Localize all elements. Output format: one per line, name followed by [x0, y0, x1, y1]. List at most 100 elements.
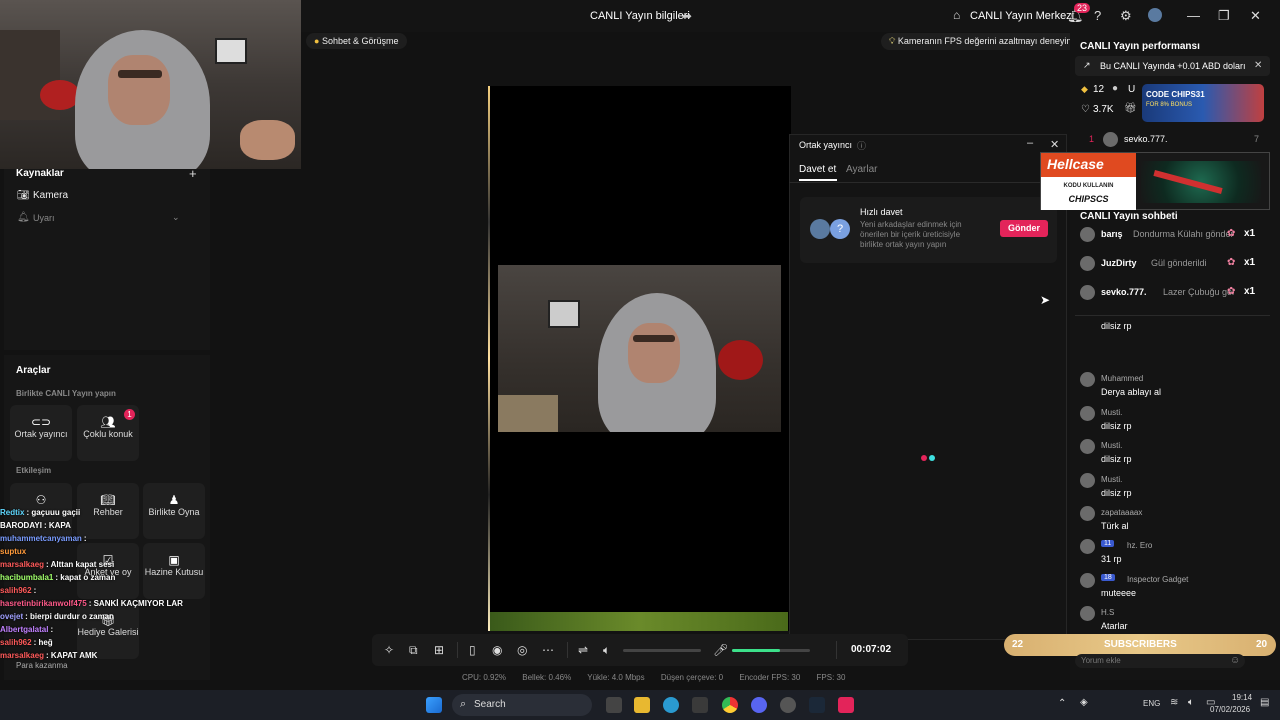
magic-icon[interactable]: ✧ — [384, 643, 394, 657]
overlay-chat-user: marsalkaeg — [0, 560, 45, 569]
chrome-icon[interactable] — [722, 697, 738, 713]
overlay-chat-text: : kapat o zaman — [55, 573, 116, 582]
wifi-icon[interactable]: ≋ — [1170, 697, 1178, 708]
task-view-icon[interactable] — [606, 697, 622, 713]
overlay-chat-user: salih962 — [0, 586, 32, 595]
live-info-title[interactable]: CANLI Yayın bilgileri — [590, 10, 690, 22]
discord-icon[interactable] — [751, 697, 767, 713]
fps-tip-pill: 💡︎ Kameranın FPS değerini azaltmayı dene… — [881, 33, 1080, 50]
subs-right: 20 — [1256, 639, 1268, 650]
avatar — [1080, 405, 1095, 421]
cohost-tool-button[interactable]: ⊂⊃ Ortak yayıncı — [10, 405, 72, 461]
app-icon[interactable] — [780, 697, 796, 713]
live-center-link[interactable]: CANLI Yayın Merkezi — [970, 10, 1074, 22]
layout-icon[interactable]: ⊞ — [434, 643, 444, 657]
windows-start-icon[interactable] — [426, 697, 442, 713]
chat-user[interactable]: Musti. — [1101, 408, 1122, 417]
overlay-chat-message: marsalkaeg: Alttan kapat sesi — [0, 560, 200, 573]
gift-user[interactable]: barış — [1101, 229, 1123, 239]
source-alert[interactable]: Uyarı — [33, 213, 55, 223]
tray-icon[interactable]: ◈ — [1080, 697, 1088, 708]
gift-text: Dondurma Külahı gönder — [1133, 229, 1233, 239]
chat-message: dilsiz rp — [1101, 454, 1132, 465]
close-icon[interactable]: ✕ — [1050, 138, 1059, 151]
gear-icon[interactable]: ⚙ — [1120, 8, 1132, 24]
overlay-chat-text: : KAPAT AMK — [46, 651, 98, 660]
overlay-chat-user: Albertgalatal — [0, 625, 49, 634]
record-icon[interactable]: ◉ — [492, 643, 502, 657]
help-icon[interactable]: ? — [1094, 8, 1101, 23]
stat-u: U — [1128, 84, 1136, 95]
clock-time[interactable]: 19:14 — [1232, 693, 1252, 702]
chips31-ad: CODE CHIPS31 FOR 8% BONUS — [1142, 84, 1264, 122]
subscribers-bar: 22 SUBSCRIBERS 20 — [1004, 634, 1276, 656]
volume-icon[interactable]: 🔈︎ — [1188, 697, 1194, 708]
avatar[interactable] — [1148, 8, 1162, 22]
emoji-icon[interactable]: ☺ — [1230, 655, 1240, 666]
effects-icon[interactable]: ⧉ — [409, 643, 418, 658]
volume-slider[interactable] — [623, 649, 701, 652]
overlay-chat: Redtix: gaçuuu gaçii BARODAYI: KAPA muhamm… — [0, 508, 200, 668]
avatar — [1080, 506, 1095, 521]
tiktok-live-icon[interactable] — [838, 697, 854, 713]
taskbar-search[interactable]: ⌕ Search — [452, 694, 592, 716]
share-icon[interactable]: ➦ — [682, 9, 692, 23]
send-invite-button[interactable]: Gönder — [1000, 220, 1048, 237]
mic-icon[interactable]: 🎤︎ — [713, 643, 728, 657]
chat-meet-pill[interactable]: ● Sohbet & Görüşme — [306, 33, 407, 49]
overlay-chat-message: hasretinbirikanwolf475: SANKİ KAÇMIYOR L… — [0, 599, 200, 612]
stage-camera-feed — [498, 265, 781, 432]
camera-settings-icon[interactable]: ◎ — [517, 643, 527, 657]
chat-message: dilsiz rp — [1101, 487, 1132, 498]
chat-user[interactable]: Muhammed — [1101, 374, 1143, 383]
avatar — [1080, 227, 1095, 242]
bulb-icon: 💡︎ — [889, 36, 896, 46]
phone-icon[interactable]: ▯ — [469, 643, 476, 657]
gift-user[interactable]: sevko.777. — [1101, 287, 1147, 297]
notification-center-icon[interactable]: ▤ — [1260, 697, 1269, 708]
chat-user[interactable]: Musti. — [1101, 441, 1122, 450]
stat-likes: 3.7K — [1093, 104, 1114, 115]
overlay-chat-user: salih962 — [0, 638, 32, 647]
chat-user[interactable]: zapataaaax — [1101, 508, 1142, 517]
stat-mem: Bellek: 0.46% — [522, 673, 572, 682]
chat-user[interactable]: Inspector Gadget — [1127, 575, 1188, 584]
steam-icon[interactable] — [809, 697, 825, 713]
chat-user[interactable]: hz. Ero — [1127, 541, 1152, 550]
gift-user[interactable]: JuzDirty — [1101, 258, 1137, 268]
tab-invite[interactable]: Davet et — [799, 164, 836, 175]
chat-user[interactable]: Musti. — [1101, 475, 1122, 484]
tab-settings[interactable]: Ayarlar — [846, 164, 878, 175]
overlay-chat-message: suptux — [0, 547, 200, 560]
comment-input[interactable]: Yorum ekle — [1075, 654, 1245, 668]
gift-count: x1 — [1244, 228, 1256, 239]
more-icon[interactable]: ⋯ — [542, 643, 554, 657]
stats-bar: CPU: 0.92% Bellek: 0.46% Yükle: 4.0 Mbps… — [462, 673, 859, 682]
close-icon[interactable]: ✕ — [1250, 8, 1261, 24]
source-camera[interactable]: Kamera — [33, 190, 68, 201]
chevron-down-icon[interactable]: ⌄ — [172, 212, 180, 223]
mic-level-fill — [732, 649, 780, 652]
edge-icon[interactable] — [663, 697, 679, 713]
chips31-bonus: FOR 8% BONUS — [1146, 102, 1193, 108]
minimize-icon[interactable]: — — [1187, 8, 1200, 23]
mixer-icon[interactable]: ⇌ — [578, 643, 588, 657]
minimize-icon[interactable]: – — [1027, 137, 1033, 149]
language-indicator[interactable]: ENG — [1143, 699, 1160, 708]
chevron-up-icon[interactable]: ⌃ — [1058, 698, 1066, 709]
speaker-icon[interactable]: 🔈︎ — [603, 643, 610, 658]
store-icon[interactable] — [692, 697, 708, 713]
chat-user[interactable]: H.S — [1101, 608, 1114, 617]
overlay-chat-text: : — [83, 534, 87, 543]
close-icon[interactable]: ✕ — [1254, 60, 1262, 71]
clock-date[interactable]: 07/02/2026 — [1210, 705, 1250, 714]
file-explorer-icon[interactable] — [634, 697, 650, 713]
mouse-cursor: ➤ — [1040, 293, 1051, 307]
quick-invite-title: Hızlı davet — [860, 207, 903, 217]
home-icon[interactable]: ⌂ — [953, 8, 960, 22]
stat-upload: Yükle: 4.0 Mbps — [587, 673, 645, 682]
help-icon[interactable]: ⓘ — [857, 139, 866, 152]
mic-level-slider[interactable] — [732, 649, 810, 652]
maximize-icon[interactable]: ❐ — [1218, 8, 1230, 24]
overlay-chat-user: hacibumbala1 — [0, 573, 54, 582]
